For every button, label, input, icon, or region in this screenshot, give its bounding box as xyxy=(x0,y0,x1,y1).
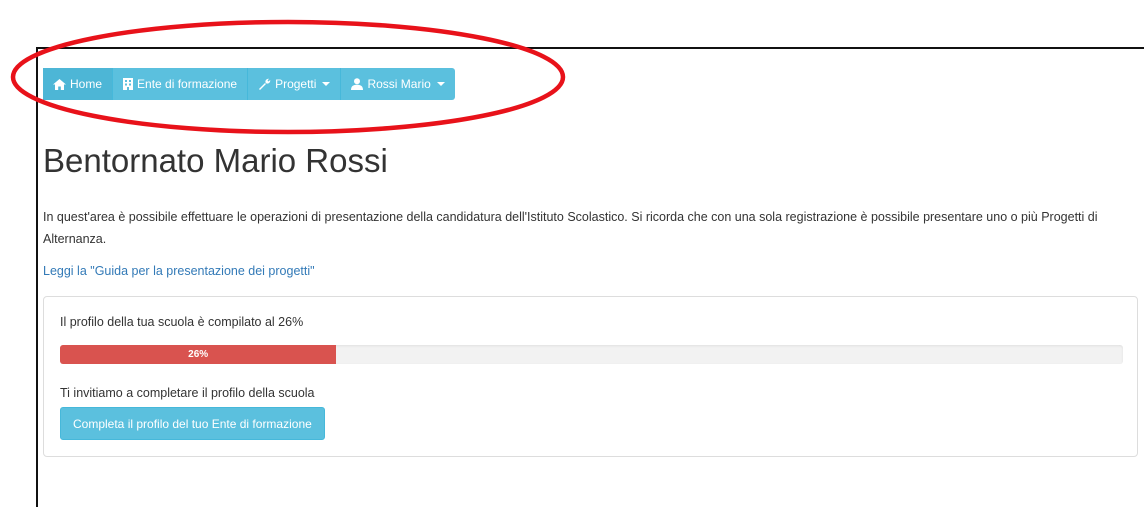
nav-progetti-label: Progetti xyxy=(275,77,317,91)
profile-progress: 26% xyxy=(60,345,1123,364)
progress-label: 26% xyxy=(188,349,209,360)
chevron-down-icon xyxy=(436,82,445,86)
wrench-icon xyxy=(258,78,271,90)
nav-ente-di-formazione[interactable]: Ente di formazione xyxy=(113,68,249,100)
chevron-down-icon xyxy=(322,82,331,86)
complete-profile-button[interactable]: Completa il profilo del tuo Ente di form… xyxy=(60,407,325,440)
nav-home[interactable]: Home xyxy=(43,68,114,100)
guide-link[interactable]: Leggi la "Guida per la presentazione dei… xyxy=(43,264,315,278)
top-navbar: Home Ente di formazione Progetti Rossi M… xyxy=(43,68,455,100)
home-icon xyxy=(53,78,66,90)
nav-user-label: Rossi Mario xyxy=(367,77,431,91)
progress-bar-fill: 26% xyxy=(60,345,337,364)
intro-text: In quest'area è possibile effettuare le … xyxy=(43,210,1098,246)
nav-home-label: Home xyxy=(70,77,103,91)
profile-status-text: Il profilo della tua scuola è compilato … xyxy=(60,315,304,329)
profile-panel: Il profilo della tua scuola è compilato … xyxy=(43,296,1138,457)
nav-user-dropdown[interactable]: Rossi Mario xyxy=(341,68,454,100)
page-title: Bentornato Mario Rossi xyxy=(43,142,388,179)
nav-ente-label: Ente di formazione xyxy=(137,77,238,91)
user-icon xyxy=(351,78,364,90)
building-icon xyxy=(123,78,134,90)
nav-progetti-dropdown[interactable]: Progetti xyxy=(248,68,342,100)
invite-text: Ti invitiamo a completare il profilo del… xyxy=(60,386,315,400)
